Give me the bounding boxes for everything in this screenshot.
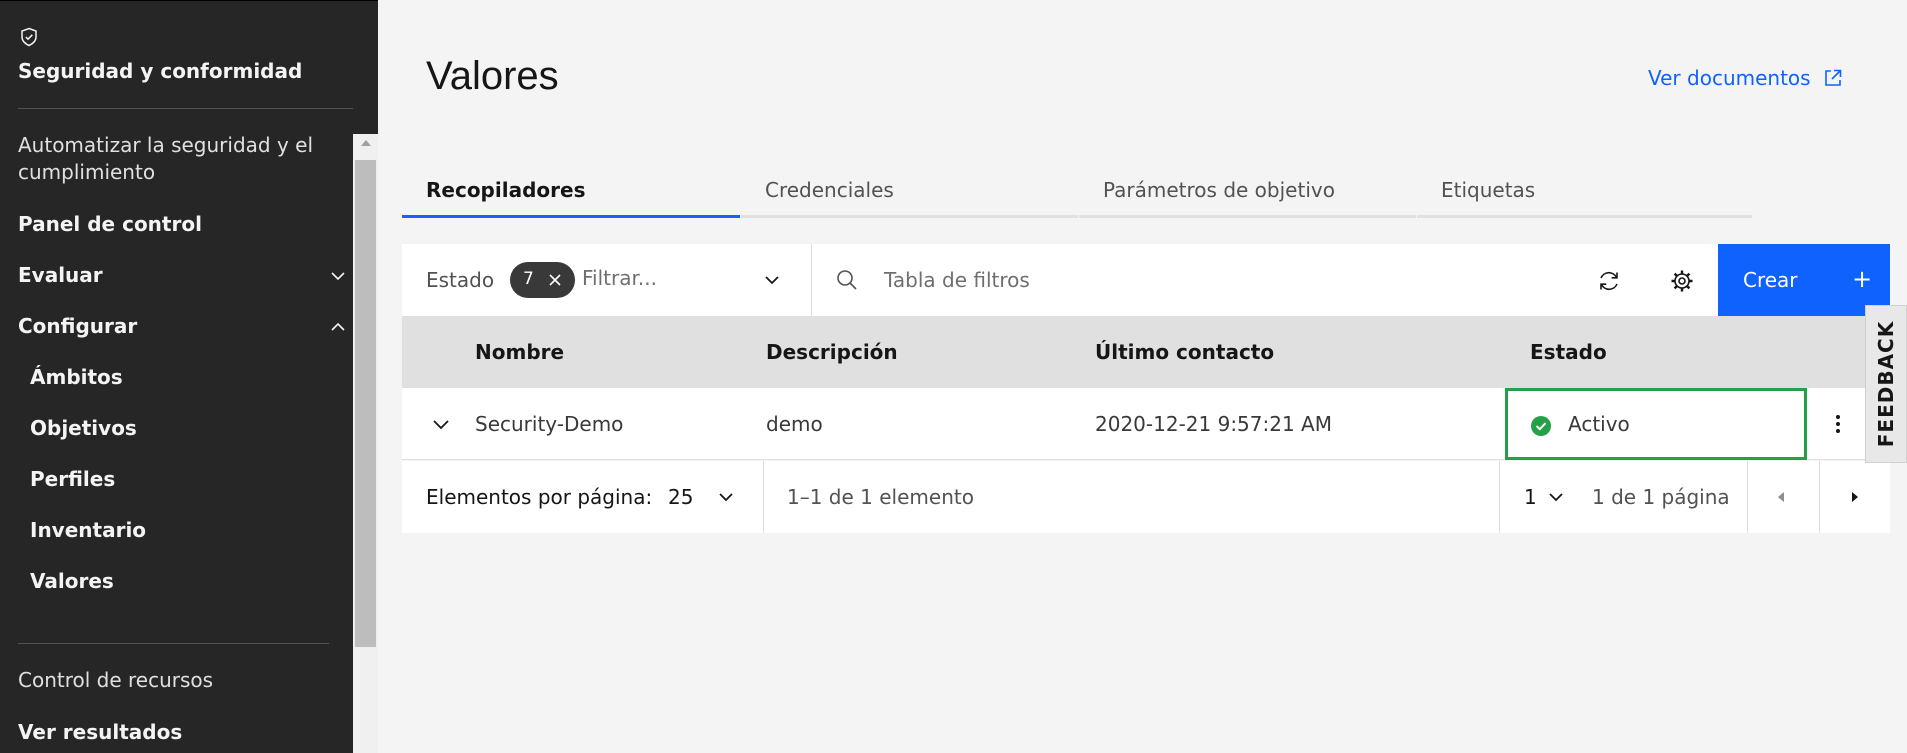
column-header-nombre[interactable]: Nombre (475, 340, 564, 364)
tab-label: Etiquetas (1441, 178, 1536, 202)
sidebar-item-perfiles[interactable]: Perfiles (30, 467, 350, 491)
items-per-page-label: Elementos por página: (426, 485, 653, 509)
items-per-page-select[interactable]: 25 (668, 485, 693, 509)
toolbar-divider (811, 244, 812, 316)
pagination-divider (763, 461, 764, 533)
close-icon[interactable] (547, 272, 563, 288)
tabs: Recopiladores Credenciales Parámetros de… (402, 170, 1752, 218)
sidebar-item-label: Configurar (18, 314, 138, 338)
sidebar-item-ambitos[interactable]: Ámbitos (30, 365, 350, 389)
chevron-down-icon (331, 272, 345, 281)
page-select[interactable]: 1 (1524, 485, 1537, 509)
sidebar-title: Seguridad y conformidad (18, 59, 303, 83)
docs-link[interactable]: Ver documentos (1648, 66, 1843, 90)
chevron-down-icon[interactable] (429, 412, 453, 436)
search-icon (837, 270, 857, 290)
sidebar-item-control-de-recursos[interactable]: Control de recursos (18, 667, 338, 694)
pagination: Elementos por página: 25 1–1 de 1 elemen… (402, 461, 1890, 533)
sidebar-item-inventario[interactable]: Inventario (30, 518, 350, 542)
column-header-ultimo-contacto[interactable]: Último contacto (1095, 340, 1274, 364)
chevron-down-icon[interactable] (1546, 487, 1566, 507)
refresh-icon[interactable] (1596, 268, 1622, 294)
cell-name: Security-Demo (475, 412, 624, 436)
sidebar-item-objetivos[interactable]: Objetivos (30, 416, 350, 440)
column-header-estado[interactable]: Estado (1530, 340, 1607, 364)
sidebar-item-evaluar[interactable]: Evaluar (18, 263, 345, 287)
tab-label: Credenciales (765, 178, 894, 202)
cell-description: demo (766, 412, 823, 436)
tab-etiquetas[interactable]: Etiquetas (1417, 170, 1752, 218)
search-input[interactable]: Tabla de filtros (884, 268, 1384, 292)
caret-right-icon (1852, 492, 1858, 502)
filter-count-tag[interactable]: 7 (510, 262, 575, 298)
scroll-up-arrow-icon[interactable] (361, 140, 371, 146)
filter-dropdown-input[interactable]: Filtrar... (582, 266, 732, 290)
feedback-tab[interactable]: FEEDBACK (1865, 305, 1907, 463)
scrollbar-thumb[interactable] (355, 160, 376, 647)
create-button-label: Crear (1743, 268, 1798, 292)
chevron-up-icon (331, 322, 345, 331)
checkmark-filled-icon (1531, 416, 1551, 436)
chevron-down-icon[interactable] (762, 270, 782, 290)
sidebar: Seguridad y conformidad Automatizar la s… (0, 0, 378, 753)
column-header-descripcion[interactable]: Descripción (766, 340, 898, 364)
tab-credenciales[interactable]: Credenciales (741, 170, 1078, 218)
caret-left-icon (1778, 492, 1784, 502)
status-badge: Activo (1568, 412, 1630, 436)
add-icon: + (1852, 265, 1873, 293)
sidebar-divider (18, 643, 329, 644)
filter-count: 7 (523, 269, 534, 289)
gear-icon[interactable] (1669, 268, 1695, 294)
tab-label: Recopiladores (426, 178, 586, 202)
filter-label: Estado (426, 268, 495, 292)
tab-recopiladores[interactable]: Recopiladores (402, 170, 740, 218)
chevron-down-icon[interactable] (716, 487, 736, 507)
overflow-menu-icon[interactable] (1826, 410, 1850, 438)
page-count-text: 1 de 1 página (1592, 485, 1730, 509)
shield-icon (21, 27, 37, 47)
table-toolbar: Estado 7 Filtrar... Tabla de filtros Cre… (402, 244, 1890, 316)
page-title: Valores (426, 54, 559, 98)
pagination-divider (1499, 461, 1500, 533)
external-link-icon (1824, 69, 1841, 86)
feedback-label: FEEDBACK (1874, 320, 1898, 448)
sidebar-divider (18, 108, 353, 109)
table-row[interactable]: Security-Demo demo 2020-12-21 9:57:21 AM… (402, 388, 1890, 460)
table-header: Nombre Descripción Último contacto Estad… (402, 316, 1890, 388)
sidebar-scrollbar[interactable] (353, 134, 378, 753)
item-range-text: 1–1 de 1 elemento (787, 485, 974, 509)
sidebar-item-panel-de-control[interactable]: Panel de control (18, 212, 338, 236)
sidebar-item-configurar[interactable]: Configurar (18, 314, 345, 338)
sidebar-item-valores[interactable]: Valores (30, 569, 350, 593)
previous-page-button[interactable] (1747, 461, 1819, 533)
tab-label: Parámetros de objetivo (1103, 178, 1335, 202)
sidebar-item-ver-resultados[interactable]: Ver resultados (18, 720, 338, 744)
cell-last-contact: 2020-12-21 9:57:21 AM (1095, 412, 1332, 436)
sidebar-item-automatizar[interactable]: Automatizar la seguridad y el cumplimien… (18, 132, 338, 186)
next-page-button[interactable] (1819, 461, 1890, 533)
status-cell-highlight: Activo (1505, 388, 1807, 460)
docs-link-label: Ver documentos (1648, 66, 1811, 90)
tab-parametros-de-objetivo[interactable]: Parámetros de objetivo (1079, 170, 1416, 218)
sidebar-item-label: Evaluar (18, 263, 103, 287)
